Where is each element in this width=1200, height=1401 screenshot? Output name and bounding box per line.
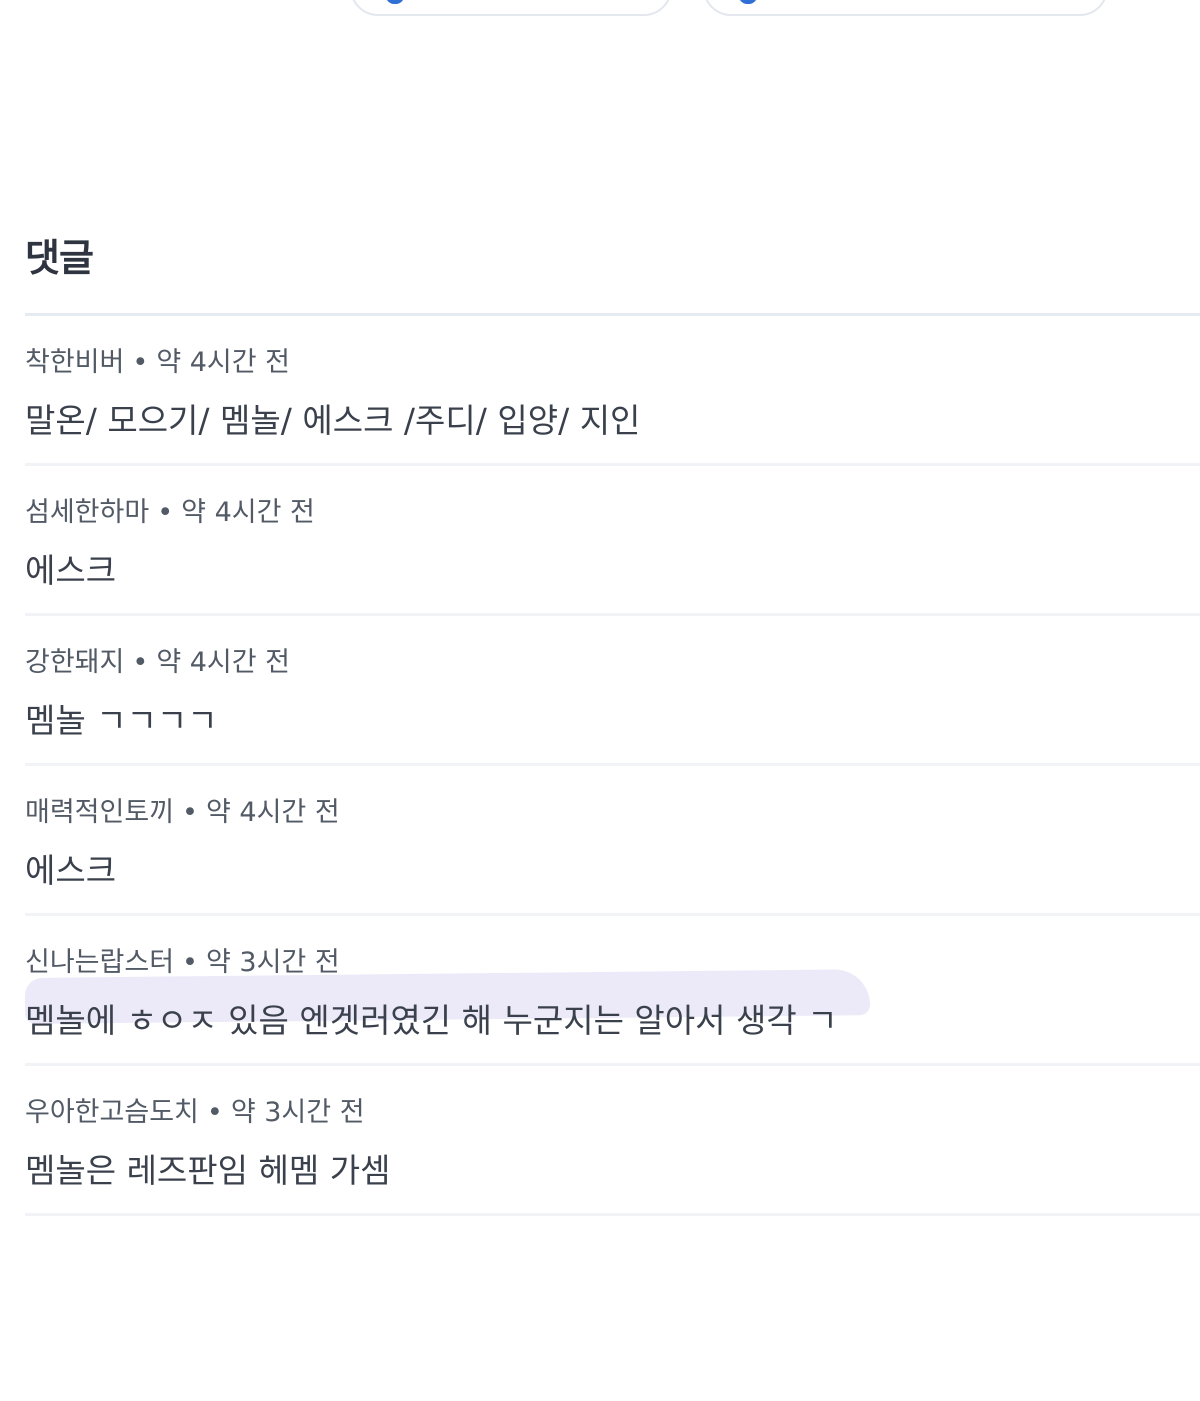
comments-title: 댓글	[25, 236, 94, 280]
comment-item: 섬세한하마 • 약 4시간 전 에스크	[25, 466, 1200, 616]
comment-author[interactable]: 신나는랍스터	[25, 947, 174, 978]
comments-section: 댓글 착한비버 • 약 4시간 전 말온/ 모으기/ 멤놀/ 에스크 /주디/ 입양…	[24, 228, 1200, 1216]
meta-separator: •	[132, 647, 149, 678]
top-action-buttons	[0, 0, 1200, 20]
comment-text: 말온/ 모으기/ 멤놀/ 에스크 /주디/ 입양/ 지인	[25, 401, 641, 440]
comment-text: 에스크	[25, 851, 117, 890]
comment-time: 약 3시간 전	[230, 1097, 365, 1128]
comment-meta: 섬세한하마 • 약 4시간 전	[25, 490, 315, 529]
comment-meta: 신나는랍스터 • 약 3시간 전	[25, 940, 340, 979]
comment-time: 약 4시간 전	[181, 497, 315, 528]
comment-item: 매력적인토끼 • 약 4시간 전 에스크	[25, 766, 1200, 916]
meta-separator: •	[157, 497, 174, 528]
comment-text: 멤놀에 ㅎㅇㅈ 있음 엔겟러였긴 해 누군지는 알아서 생각 ㄱ	[25, 1001, 838, 1040]
comment-time: 약 4시간 전	[156, 347, 291, 378]
comment-meta: 우아한고슴도치 • 약 3시간 전	[25, 1090, 365, 1129]
button-icon	[739, 0, 757, 4]
comment-item: 착한비버 • 약 4시간 전 말온/ 모으기/ 멤놀/ 에스크 /주디/ 입양/ 지…	[25, 316, 1200, 466]
top-right-button[interactable]	[703, 0, 1108, 16]
meta-separator: •	[182, 797, 198, 828]
button-icon	[386, 0, 404, 4]
comment-meta: 매력적인토끼 • 약 4시간 전	[25, 790, 340, 829]
comment-time: 약 4시간 전	[156, 647, 291, 678]
comment-author[interactable]: 착한비버	[25, 347, 124, 378]
meta-separator: •	[182, 947, 198, 978]
meta-separator: •	[206, 1097, 223, 1128]
comment-text: 에스크	[25, 551, 117, 590]
meta-separator: •	[132, 347, 149, 378]
comment-author[interactable]: 섬세한하마	[25, 497, 149, 528]
comment-author[interactable]: 강한돼지	[25, 647, 124, 678]
comment-meta: 강한돼지 • 약 4시간 전	[25, 640, 290, 679]
comment-text: 멤놀은 레즈판임 헤멤 가셈	[25, 1151, 391, 1190]
comment-meta: 착한비버 • 약 4시간 전	[25, 340, 290, 379]
comment-item: 강한돼지 • 약 4시간 전 멤놀 ㄱㄱㄱㄱ	[25, 616, 1200, 766]
comment-time: 약 3시간 전	[205, 947, 340, 978]
comment-time: 약 4시간 전	[205, 797, 340, 828]
comment-item: 신나는랍스터 • 약 3시간 전 멤놀에 ㅎㅇㅈ 있음 엔겟러였긴 해 누군지는 알…	[24, 916, 1200, 1066]
top-left-button[interactable]	[350, 0, 672, 16]
comment-item: 우아한고슴도치 • 약 3시간 전 멤놀은 레즈판임 헤멤 가셈	[25, 1066, 1200, 1216]
comment-author[interactable]: 우아한고슴도치	[25, 1097, 199, 1128]
comment-text: 멤놀 ㄱㄱㄱㄱ	[25, 701, 218, 740]
comment-author[interactable]: 매력적인토끼	[25, 797, 174, 828]
